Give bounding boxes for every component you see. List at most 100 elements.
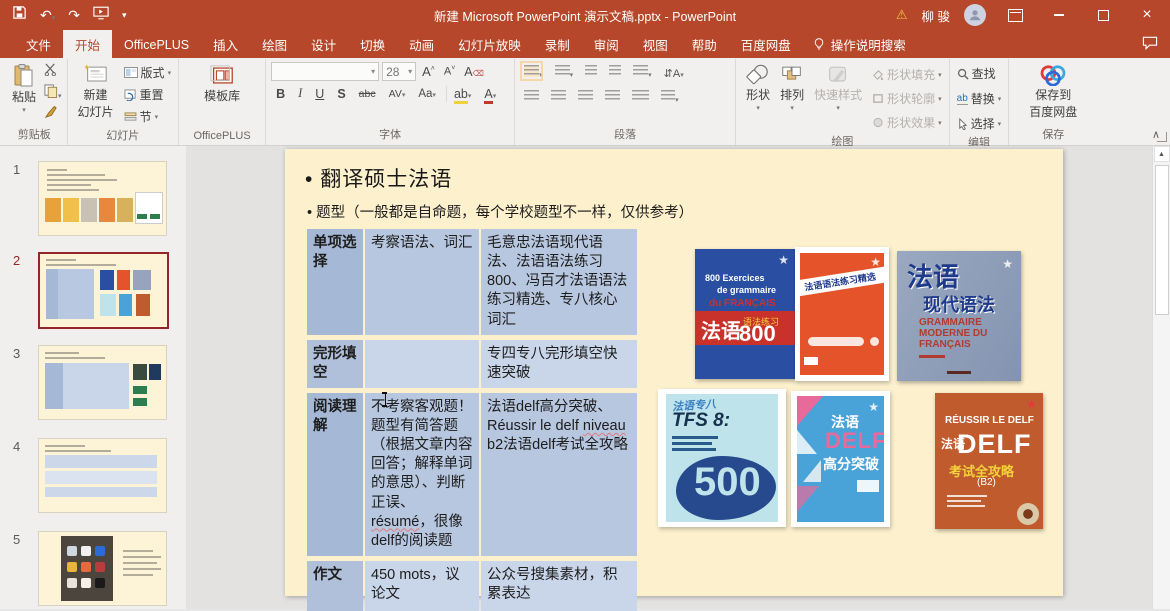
save-to-baidu-button[interactable]: 保存到 百度网盘 [1024, 62, 1082, 122]
font-name-combobox[interactable]: ▾ [271, 62, 379, 81]
template-library-button[interactable]: 模板库 [199, 62, 245, 106]
minimize-button[interactable] [1044, 2, 1074, 28]
slide-thumbnail-1[interactable] [38, 161, 167, 236]
table-cell-books[interactable]: 毛意忠法语现代语法、法语语法练习800、冯百才法语语法练习精选、专八核心词汇 [481, 229, 637, 335]
scrollbar-thumb[interactable] [1155, 165, 1169, 315]
shape-outline-button[interactable]: 形状轮廓▾ [870, 89, 944, 108]
select-button[interactable]: 选择▾ [955, 114, 1004, 133]
restore-button[interactable] [1088, 2, 1118, 28]
slide-title[interactable]: • 翻译硕士法语 [305, 163, 452, 193]
decrease-font-size-button[interactable]: A˅ [441, 64, 458, 79]
undo-dropdown-icon[interactable]: ▾ [52, 15, 56, 22]
tab-transitions[interactable]: 切换 [348, 30, 397, 58]
increase-font-size-button[interactable]: A˄ [419, 63, 438, 80]
scroll-up-button[interactable]: ▲ [1154, 146, 1170, 162]
shape-fill-button[interactable]: 形状填充▾ [870, 65, 944, 84]
exam-table[interactable]: 单项选择 考察语法、词汇 毛意忠法语现代语法、法语语法练习800、冯百才法语语法… [307, 229, 639, 611]
slide-thumbnail-3[interactable] [38, 345, 167, 420]
tab-slideshow[interactable]: 幻灯片放映 [446, 30, 533, 58]
slide-thumbnail-4[interactable] [38, 438, 167, 513]
table-cell-books[interactable]: 法语delf高分突破、Réussir le delf niveau b2法语de… [481, 393, 637, 556]
table-cell-books[interactable]: 公众号搜集素材，积累表达 [481, 561, 637, 611]
tell-me-search[interactable]: 操作说明搜索 [803, 30, 916, 58]
decrease-indent-button[interactable] [585, 64, 597, 82]
strikethrough-button[interactable]: abc [356, 87, 379, 101]
slide-subtitle[interactable]: • 题型（一般都是自命题，每个学校题型不一样，仅供参考） [307, 201, 693, 222]
tab-officeplus[interactable]: OfficePLUS [112, 30, 201, 58]
slide-thumbnail-2[interactable] [38, 252, 169, 329]
tab-design[interactable]: 设计 [299, 30, 348, 58]
tab-record[interactable]: 录制 [533, 30, 582, 58]
tab-animations[interactable]: 动画 [397, 30, 446, 58]
redo-icon[interactable]: ↷ [68, 8, 80, 22]
table-cell-label[interactable]: 作文 [307, 561, 363, 611]
align-left-button[interactable] [524, 89, 539, 107]
table-cell-desc[interactable]: 考察语法、词汇 [365, 229, 479, 335]
find-button[interactable]: 查找 [955, 64, 998, 83]
table-cell-label[interactable]: 单项选择 [307, 229, 363, 335]
table-cell-desc[interactable]: 450 mots，议论文 [365, 561, 479, 611]
tab-home[interactable]: 开始 [63, 30, 112, 58]
section-button[interactable]: 节▾ [122, 107, 174, 126]
undo-icon[interactable]: ↶▾ [40, 8, 55, 22]
bullets-button[interactable]: ▾ [524, 64, 543, 82]
bold-button[interactable]: B [273, 86, 288, 102]
text-shadow-button[interactable]: S [334, 86, 348, 102]
table-cell-desc[interactable]: 不考察客观题！题型有简答题（根据文章内容回答；解释单词的意思）、判断正误、rés… [365, 393, 479, 556]
align-right-button[interactable] [578, 89, 593, 107]
new-slide-button[interactable]: 新建 幻灯片 [73, 62, 119, 122]
customize-qat-icon[interactable]: ▾ [122, 11, 127, 20]
slide-thumbnail-5[interactable] [38, 531, 167, 606]
slide-editing-area[interactable]: • 翻译硕士法语 • 题型（一般都是自命题，每个学校题型不一样，仅供参考） 单项… [285, 149, 1063, 596]
replace-button[interactable]: ab替换▾ [955, 89, 1004, 108]
underline-button[interactable]: U [312, 86, 327, 102]
font-color-button[interactable]: A▾ [481, 86, 499, 102]
arrange-button[interactable]: 排列▾ [775, 62, 809, 116]
shapes-button[interactable]: 形状▾ [741, 62, 775, 116]
tab-help[interactable]: 帮助 [680, 30, 729, 58]
close-button[interactable]: × [1132, 2, 1162, 28]
table-cell-desc[interactable] [365, 340, 479, 388]
format-painter-icon[interactable] [44, 106, 62, 124]
italic-button[interactable]: I [295, 85, 305, 102]
table-cell-label[interactable]: 阅读理解 [307, 393, 363, 556]
highlight-color-button[interactable]: ab▾ [446, 86, 474, 102]
quick-styles-button[interactable]: 快速样式▾ [809, 62, 867, 116]
tab-baidu-netdisk[interactable]: 百度网盘 [729, 30, 803, 58]
align-center-button[interactable] [551, 89, 566, 107]
text-direction-button[interactable]: ⇵A▾ [664, 67, 684, 80]
shape-effects-button[interactable]: 形状效果▾ [870, 113, 944, 132]
tab-insert[interactable]: 插入 [201, 30, 250, 58]
change-case-button[interactable]: Aa▾ [415, 87, 439, 101]
tab-review[interactable]: 审阅 [582, 30, 631, 58]
slide-canvas[interactable]: • 翻译硕士法语 • 题型（一般都是自命题，每个学校题型不一样，仅供参考） 单项… [186, 146, 1152, 609]
avatar[interactable] [964, 4, 986, 26]
layout-button[interactable]: 版式▾ [122, 63, 174, 82]
font-size-combobox[interactable]: 28▾ [382, 62, 416, 81]
reset-button[interactable]: 重置 [122, 85, 174, 104]
comment-icon[interactable] [1142, 36, 1158, 55]
columns-button[interactable] [632, 89, 649, 107]
collapse-ribbon-icon[interactable]: ∧ [1152, 128, 1160, 141]
cut-icon[interactable] [44, 63, 62, 81]
vertical-scrollbar[interactable]: ▲ [1152, 146, 1170, 609]
start-slideshow-icon[interactable] [93, 6, 109, 25]
paste-button[interactable]: 粘贴 ▾ [7, 62, 41, 118]
warning-icon[interactable]: ⚠ [896, 7, 908, 23]
clear-formatting-button[interactable]: A⌫ [461, 64, 487, 80]
paste-dropdown-icon[interactable]: ▾ [22, 107, 26, 116]
tab-view[interactable]: 视图 [631, 30, 680, 58]
tab-draw[interactable]: 绘图 [250, 30, 299, 58]
ribbon-display-options-icon[interactable] [1000, 2, 1030, 28]
justify-button[interactable] [605, 89, 620, 107]
increase-indent-button[interactable] [609, 64, 621, 82]
convert-smartart-button[interactable]: ▾ [661, 89, 679, 107]
copy-icon[interactable]: ▾ [44, 84, 62, 103]
table-cell-books[interactable]: 专四专八完形填空快速突破 [481, 340, 637, 388]
numbering-button[interactable]: ▾ [555, 64, 574, 82]
table-cell-label[interactable]: 完形填空 [307, 340, 363, 388]
tab-file[interactable]: 文件 [14, 30, 63, 58]
line-spacing-button[interactable]: ▾ [633, 64, 652, 82]
character-spacing-button[interactable]: AV▾ [386, 87, 409, 101]
save-icon[interactable] [12, 5, 27, 25]
